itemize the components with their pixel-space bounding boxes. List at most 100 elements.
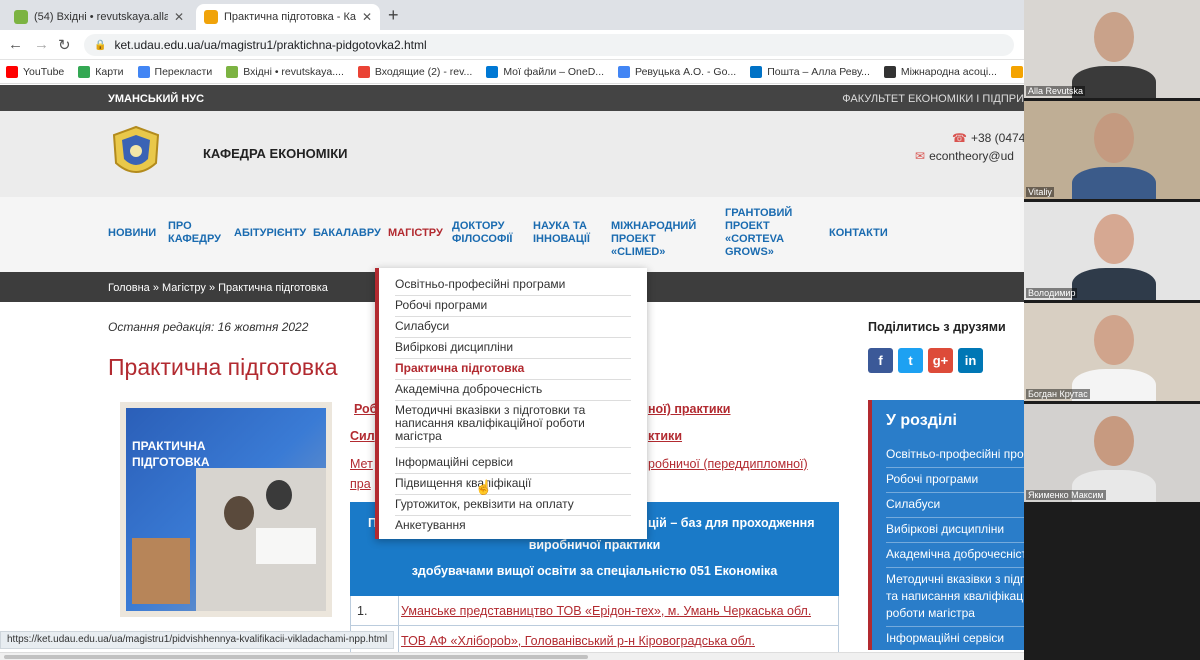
close-icon[interactable]: ✕: [362, 10, 372, 24]
participant-video-tile[interactable]: Vitaliy: [1024, 101, 1200, 199]
bookmark-icon: [750, 65, 763, 78]
tab-title: (54) Вхідні • revutskaya.alla@ukr.: [34, 11, 168, 23]
address-bar: ← → ↻ 🔒 ket.udau.edu.ua/ua/magistru1/pra…: [0, 30, 1024, 60]
city-photo: [132, 538, 190, 604]
bookmark-item[interactable]: Міжнародна асоці...: [883, 65, 997, 78]
gmail-favicon-icon: [14, 10, 28, 24]
bookmark-item[interactable]: Входящие (2) - rev...: [357, 65, 472, 78]
participant-name: Володимир: [1026, 288, 1078, 298]
dropdown-item[interactable]: Анкетування: [395, 519, 631, 536]
bookmark-item[interactable]: Мої файли – OneD...: [486, 65, 604, 78]
link-methodical[interactable]: Мет: [350, 457, 373, 471]
main-navigation: НОВИНИ ПРО КАФЕДРУ АБІТУРІЄНТУ БАКАЛАВРУ…: [0, 197, 1024, 272]
university-name[interactable]: УМАНСЬКИЙ НУС: [108, 93, 204, 105]
department-title[interactable]: КАФЕДРА ЕКОНОМІКИ: [203, 146, 348, 161]
bookmark-item[interactable]: Пошта – Алла Реву...: [750, 65, 870, 78]
bookmark-item[interactable]: YouTube: [6, 65, 64, 78]
bookmark-icon: [618, 65, 631, 78]
bookmark-icon: [137, 65, 150, 78]
bookmark-icon: [883, 65, 896, 78]
master-dropdown-menu: Освітньо-професійні програми Робочі прогр…: [375, 268, 647, 539]
promo-caption: ПРАКТИЧНА ПІДГОТОВКА: [132, 439, 210, 469]
nav-corteva[interactable]: ГРАНТОВИЙ ПРОЕКТ «CORTEVA GROWS»: [725, 207, 799, 259]
link-methodical-end[interactable]: робничої (переддипломної): [648, 457, 808, 471]
bookmark-item[interactable]: Ревуцька А.О. - Go...: [618, 65, 736, 78]
bookmark-item[interactable]: Перекласти: [137, 65, 212, 78]
twitter-icon[interactable]: t: [898, 348, 923, 373]
dropdown-item[interactable]: Вибіркові дисципліни: [395, 341, 631, 359]
dropdown-item[interactable]: Інформаційні сервіси: [395, 456, 631, 474]
linkedin-icon[interactable]: in: [958, 348, 983, 373]
horizontal-scrollbar[interactable]: [0, 652, 1024, 660]
participant-video-tile[interactable]: Alla Revutska: [1024, 0, 1200, 98]
dropdown-item[interactable]: Методичні вказівки з підготовки та напис…: [395, 404, 631, 448]
nav-phd[interactable]: ДОКТОРУ ФІЛОСОФІЇ: [452, 220, 520, 246]
participant-video-tile[interactable]: Якименко Максим: [1024, 404, 1200, 502]
dropdown-item[interactable]: Робочі програми: [395, 299, 631, 317]
email-contact[interactable]: ✉ econtheory@ud: [915, 149, 1014, 163]
video-call-panel: Alla Revutska Vitaliy Володимир Богдан Крут…: [1024, 0, 1200, 660]
link-syllabus[interactable]: Сил: [350, 429, 375, 443]
link-work-programs-end[interactable]: ної) практики: [648, 402, 730, 416]
link-work-programs[interactable]: Роб: [354, 402, 377, 416]
bookmarks-bar: YouTube Карти Перекласти Вхідні • revutskay…: [0, 60, 1024, 84]
department-logo-icon[interactable]: [110, 125, 162, 181]
browser-tab-gmail[interactable]: (54) Вхідні • revutskaya.alla@ukr. ✕: [6, 4, 192, 30]
participant-avatar: [1094, 214, 1134, 264]
envelope-icon: ✉: [915, 149, 926, 163]
forward-arrow-icon[interactable]: →: [34, 36, 49, 53]
dropdown-item[interactable]: Гуртожиток, реквізити на оплату: [395, 498, 631, 516]
dropdown-item[interactable]: Академічна доброчесність: [395, 383, 631, 401]
bookmark-icon: [78, 65, 91, 78]
bookmark-icon: [1010, 65, 1023, 78]
facebook-icon[interactable]: f: [868, 348, 893, 373]
nav-bachelor[interactable]: БАКАЛАВРУ: [313, 227, 381, 240]
url-text: ket.udau.edu.ua/ua/magistru1/praktichna-…: [114, 38, 427, 52]
participant-avatar: [1094, 315, 1134, 365]
bookmark-icon: [226, 65, 239, 78]
google-plus-icon[interactable]: g+: [928, 348, 953, 373]
browser-tab-bar: (54) Вхідні • revutskaya.alla@ukr. ✕ Пра…: [0, 0, 1024, 30]
link-methodical-2[interactable]: пра: [350, 477, 371, 491]
participant-avatar: [1072, 268, 1156, 300]
tab-title: Практична підготовка - Кафедра: [224, 11, 356, 23]
bookmark-item[interactable]: Вхідні • revutskaya....: [226, 65, 344, 78]
hand-cursor-icon: ☝: [475, 479, 493, 495]
breadcrumb[interactable]: Головна » Магістру » Практична підготовк…: [108, 282, 328, 294]
site-top-strip: УМАНСЬКИЙ НУС ФАКУЛЬТЕТ ЕКОНОМІКИ І ПІДП…: [0, 85, 1024, 111]
new-tab-plus-icon[interactable]: +: [388, 5, 399, 26]
nav-climed[interactable]: МІЖНАРОДНИЙ ПРОЕКТ «CLIMED»: [611, 220, 711, 259]
sidebar-title: У розділі: [886, 412, 957, 429]
participant-video-tile[interactable]: Богдан Крутас: [1024, 303, 1200, 401]
nav-about[interactable]: ПРО КАФЕДРУ: [168, 220, 224, 246]
dropdown-item[interactable]: Практична підготовка: [395, 362, 631, 380]
faculty-name[interactable]: ФАКУЛЬТЕТ ЕКОНОМІКИ І ПІДПРИ: [842, 93, 1024, 105]
table-row: 1. Уманське представництво ТОВ «Ерідон-т…: [350, 596, 839, 626]
dropdown-item[interactable]: Силабуси: [395, 320, 631, 338]
back-arrow-icon[interactable]: ←: [8, 36, 23, 53]
browser-tab-active[interactable]: Практична підготовка - Кафедра ✕: [196, 4, 380, 30]
bookmark-icon: [6, 65, 18, 78]
dropdown-item[interactable]: Освітньо-професійні програми: [395, 278, 631, 296]
dropdown-item[interactable]: Підвищення кваліфікації: [395, 477, 631, 495]
reload-icon[interactable]: ↻: [58, 36, 71, 54]
phone-contact: ☎ +38 (0474: [952, 131, 1026, 145]
lock-icon: 🔒: [94, 39, 107, 51]
close-icon[interactable]: ✕: [174, 10, 184, 24]
nav-news[interactable]: НОВИНИ: [108, 227, 156, 240]
participant-video-tile[interactable]: Володимир: [1024, 202, 1200, 300]
participant-avatar: [1094, 416, 1134, 466]
bookmark-item[interactable]: Дистанційна осві: [1010, 65, 1024, 78]
nav-science[interactable]: НАУКА ТА ІННОВАЦІЇ: [533, 220, 595, 246]
page-title: Практична підготовка: [108, 354, 338, 380]
bookmark-icon: [486, 65, 499, 78]
link-syllabus-end[interactable]: ктики: [648, 429, 682, 443]
nav-master[interactable]: МАГІСТРУ: [388, 227, 443, 240]
bookmark-item[interactable]: Карти: [78, 65, 124, 78]
nav-applicants[interactable]: АБІТУРІЄНТУ: [234, 227, 306, 240]
nav-contacts[interactable]: КОНТАКТИ: [829, 227, 888, 240]
last-edited: Остання редакція: 16 жовтня 2022: [108, 320, 309, 334]
site-header: КАФЕДРА ЕКОНОМІКИ ☎ +38 (0474 ✉ econtheory…: [0, 111, 1026, 197]
promo-image: ПРАКТИЧНА ПІДГОТОВКА: [120, 402, 332, 617]
url-input[interactable]: 🔒 ket.udau.edu.ua/ua/magistru1/praktichn…: [84, 34, 1014, 56]
